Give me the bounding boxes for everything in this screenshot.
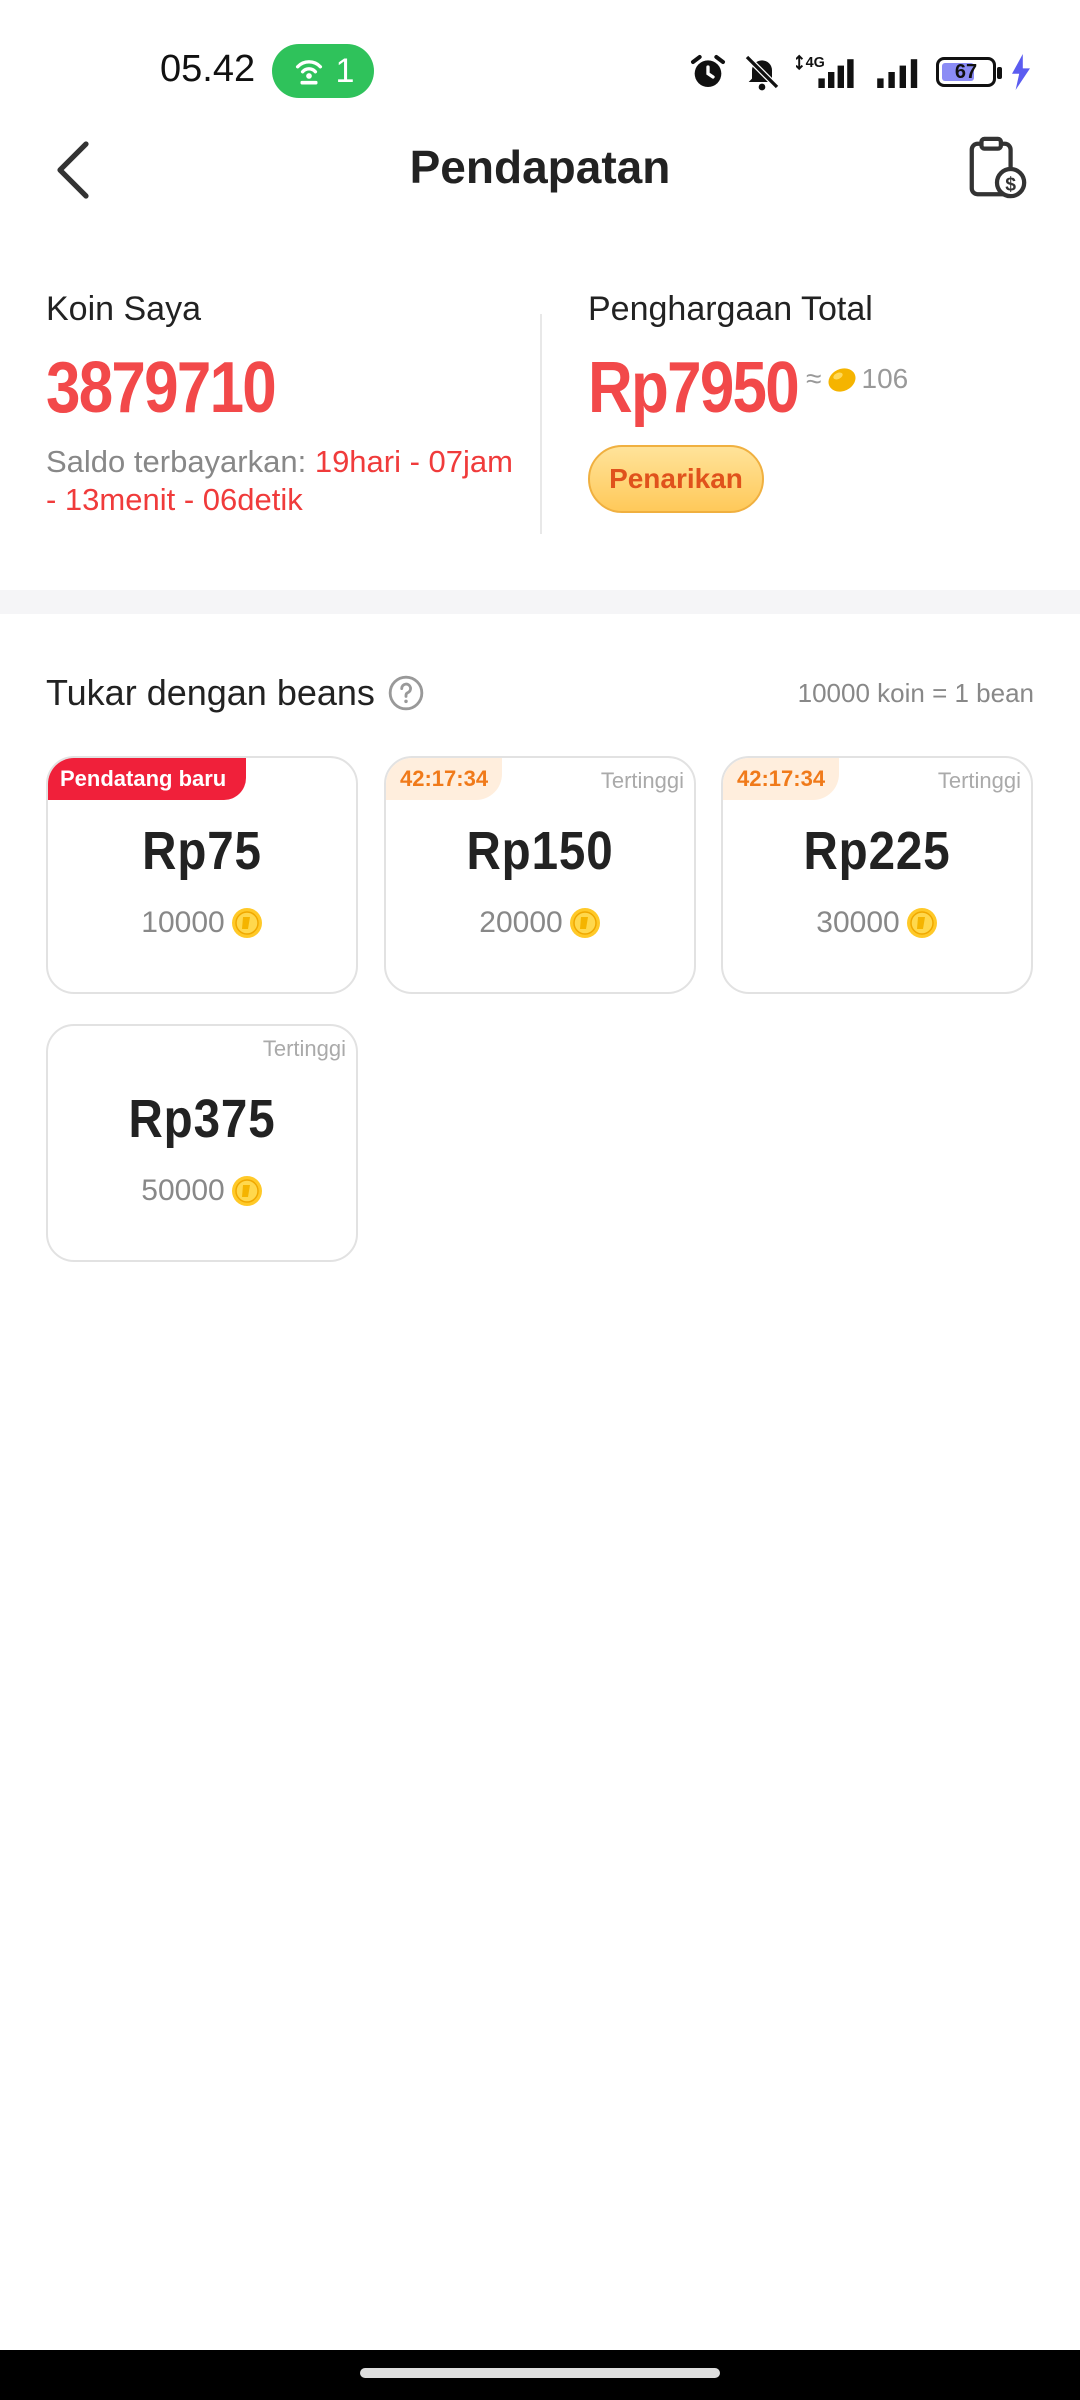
card-price: Rp75 — [142, 821, 262, 881]
status-time: 05.42 — [160, 48, 256, 90]
card-cost-value: 20000 — [479, 906, 563, 939]
bean-icon — [828, 368, 856, 392]
card-cost: 20000 — [386, 906, 694, 940]
status-bar: 05.42 1 4G 67 — [0, 0, 1080, 140]
coins-value: 3879710 — [46, 348, 277, 428]
alarm-icon — [691, 55, 725, 87]
card-price: Rp150 — [466, 821, 614, 881]
svg-text:$: $ — [1005, 173, 1016, 195]
exchange-card[interactable]: 42:17:34 Tertinggi Rp225 30000 — [721, 756, 1033, 994]
card-cost: 30000 — [723, 906, 1031, 940]
section-separator — [0, 590, 1080, 614]
card-cost: 10000 — [48, 906, 356, 940]
my-coins-panel: Koin Saya 3879710 Saldo terbayarkan: 19h… — [46, 290, 516, 519]
card-cost: 50000 — [48, 1174, 356, 1208]
page-title: Pendapatan — [409, 141, 671, 193]
hotspot-pill: 1 — [272, 44, 374, 98]
withdraw-button[interactable]: Penarikan — [588, 445, 764, 513]
top-label: Tertinggi — [600, 768, 684, 793]
clipboard-dollar-icon[interactable]: $ — [964, 136, 1030, 202]
new-user-badge: Pendatang baru — [48, 758, 247, 800]
network-type: 4G — [806, 55, 825, 71]
coin-icon — [231, 1176, 262, 1206]
exchange-card[interactable]: Tertinggi Rp375 50000 — [46, 1024, 358, 1262]
question-circle-icon[interactable] — [387, 674, 425, 712]
exchange-rate: 10000 koin = 1 bean — [797, 678, 1034, 708]
navigation-bar — [0, 2350, 1080, 2400]
card-price: Rp375 — [128, 1089, 276, 1149]
coin-icon — [569, 908, 600, 938]
summary-divider — [540, 314, 542, 534]
card-price: Rp225 — [803, 821, 951, 881]
countdown-badge: 42:17:34 — [386, 758, 503, 800]
saldo-line: Saldo terbayarkan: 19hari - 07jam - 13me… — [46, 443, 516, 519]
earnings-summary: Koin Saya 3879710 Saldo terbayarkan: 19h… — [0, 280, 1080, 550]
card-cost-value: 10000 — [141, 906, 225, 939]
card-cost-value: 50000 — [141, 1174, 225, 1207]
coins-label: Koin Saya — [46, 290, 201, 328]
battery-icon: 67 — [936, 57, 1002, 87]
charging-bolt-icon — [1012, 54, 1030, 90]
signal-icon — [877, 59, 918, 88]
home-indicator[interactable] — [360, 2368, 720, 2378]
top-label: Tertinggi — [262, 1036, 346, 1061]
card-cost-value: 30000 — [816, 906, 900, 939]
hotspot-icon — [295, 60, 322, 85]
total-reward-panel: Penghargaan Total Rp7950 ≈ 106 Penarikan — [588, 290, 1038, 513]
exchange-card[interactable]: Pendatang baru Rp75 10000 — [46, 756, 358, 994]
countdown-badge: 42:17:34 — [723, 758, 840, 800]
exchange-card[interactable]: 42:17:34 Tertinggi Rp150 20000 — [384, 756, 696, 994]
exchange-title: Tukar dengan beans — [46, 672, 375, 713]
signal-4g-icon: 4G — [796, 54, 854, 88]
hotspot-count: 1 — [335, 51, 355, 90]
exchange-header: Tukar dengan beans 10000 koin = 1 bean — [46, 668, 1034, 722]
top-label: Tertinggi — [937, 768, 1021, 793]
battery-level: 67 — [954, 61, 978, 83]
bell-muted-icon — [744, 54, 780, 91]
approx-symbol: ≈ — [806, 363, 822, 394]
reward-value: Rp7950 — [588, 348, 800, 428]
reward-label: Penghargaan Total — [588, 290, 873, 328]
reward-beans: 106 — [861, 363, 909, 394]
app-header: Pendapatan $ — [0, 120, 1080, 220]
coin-icon — [231, 908, 262, 938]
saldo-label: Saldo terbayarkan: — [46, 444, 315, 479]
reward-approx: ≈ 106 — [806, 363, 908, 395]
coin-icon — [906, 908, 937, 938]
